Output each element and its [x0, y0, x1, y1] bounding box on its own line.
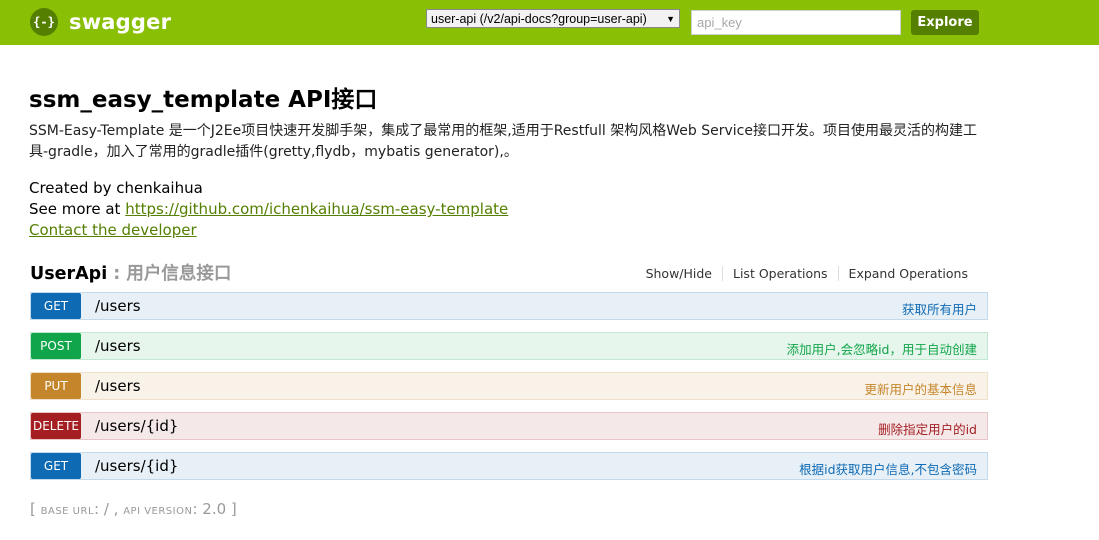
resource-description: 用户信息接口	[126, 264, 232, 284]
resource-actions: Show/Hide List Operations Expand Operati…	[646, 266, 978, 281]
base-url-footer: [ BASE URL: / , API VERSION: 2.0 ]	[30, 500, 237, 518]
method-badge[interactable]: GET	[31, 293, 81, 319]
operation-path[interactable]: /users	[95, 297, 141, 315]
method-badge[interactable]: POST	[31, 333, 81, 359]
swagger-logo[interactable]: {-} swagger	[30, 8, 171, 36]
chevron-down-icon: ▼	[666, 13, 675, 24]
see-more: See more at https://github.com/ichenkaih…	[29, 199, 989, 220]
operation-get-user-by-id[interactable]: GET /users/{id} 根据id获取用户信息,不包含密码	[30, 452, 988, 480]
base-url-label: BASE URL	[40, 506, 95, 517]
method-badge[interactable]: DELETE	[31, 413, 81, 439]
operation-summary[interactable]: 删除指定用户的id	[878, 419, 977, 438]
operation-path[interactable]: /users	[95, 337, 141, 355]
created-by: Created by chenkaihua	[29, 179, 203, 197]
api-select-value: user-api (/v2/api-docs?group=user-api)	[431, 11, 647, 26]
resource-name[interactable]: UserApi : 用户信息接口	[30, 260, 231, 285]
api-version-label: API VERSION	[123, 506, 193, 517]
method-badge[interactable]: GET	[31, 453, 81, 479]
operation-summary[interactable]: 根据id获取用户信息,不包含密码	[799, 459, 977, 478]
resource-separator: :	[107, 264, 127, 284]
operation-path[interactable]: /users/{id}	[95, 457, 178, 475]
api-meta: Created by chenkaihua See more at https:…	[29, 178, 989, 241]
github-link[interactable]: https://github.com/ichenkaihua/ssm-easy-…	[125, 200, 508, 218]
operation-path[interactable]: /users/{id}	[95, 417, 178, 435]
top-bar: {-} swagger user-api (/v2/api-docs?group…	[0, 0, 1099, 45]
operation-post-users[interactable]: POST /users 添加用户,会忽略id，用于自动创建	[30, 332, 988, 360]
list-operations-link[interactable]: List Operations	[722, 266, 838, 281]
api-key-input[interactable]: api_key	[691, 10, 901, 35]
api-version-value: : 2.0 ]	[192, 500, 237, 518]
show-hide-link[interactable]: Show/Hide	[646, 266, 722, 281]
method-badge[interactable]: PUT	[31, 373, 81, 399]
api-definition-select[interactable]: user-api (/v2/api-docs?group=user-api) ▼	[426, 9, 680, 28]
operation-get-users[interactable]: GET /users 获取所有用户	[30, 292, 988, 320]
operation-summary[interactable]: 更新用户的基本信息	[864, 379, 977, 398]
page-title: ssm_easy_template API接口	[29, 87, 378, 113]
operation-put-users[interactable]: PUT /users 更新用户的基本信息	[30, 372, 988, 400]
see-more-prefix: See more at	[29, 200, 126, 218]
explore-button[interactable]: Explore	[911, 10, 979, 35]
base-url-value: : / ,	[94, 500, 124, 518]
contact-developer-link[interactable]: Contact the developer	[29, 221, 197, 239]
resource-title[interactable]: UserApi	[30, 264, 107, 284]
logo-text: swagger	[69, 10, 172, 34]
resource-header: UserApi : 用户信息接口 Show/Hide List Operatio…	[30, 258, 988, 286]
operations-list: GET /users 获取所有用户 POST /users 添加用户,会忽略id…	[30, 292, 988, 492]
expand-operations-link[interactable]: Expand Operations	[837, 266, 978, 281]
operation-path[interactable]: /users	[95, 377, 141, 395]
api-info: ssm_easy_template API接口 SSM-Easy-Templat…	[29, 86, 989, 241]
swagger-icon: {-}	[30, 8, 58, 36]
operation-summary[interactable]: 获取所有用户	[902, 299, 977, 318]
api-description: SSM-Easy-Template 是一个J2Ee项目快速开发脚手架，集成了最常…	[29, 123, 977, 160]
footer-open: [	[30, 500, 41, 518]
operation-delete-user[interactable]: DELETE /users/{id} 删除指定用户的id	[30, 412, 988, 440]
operation-summary[interactable]: 添加用户,会忽略id，用于自动创建	[787, 339, 977, 358]
